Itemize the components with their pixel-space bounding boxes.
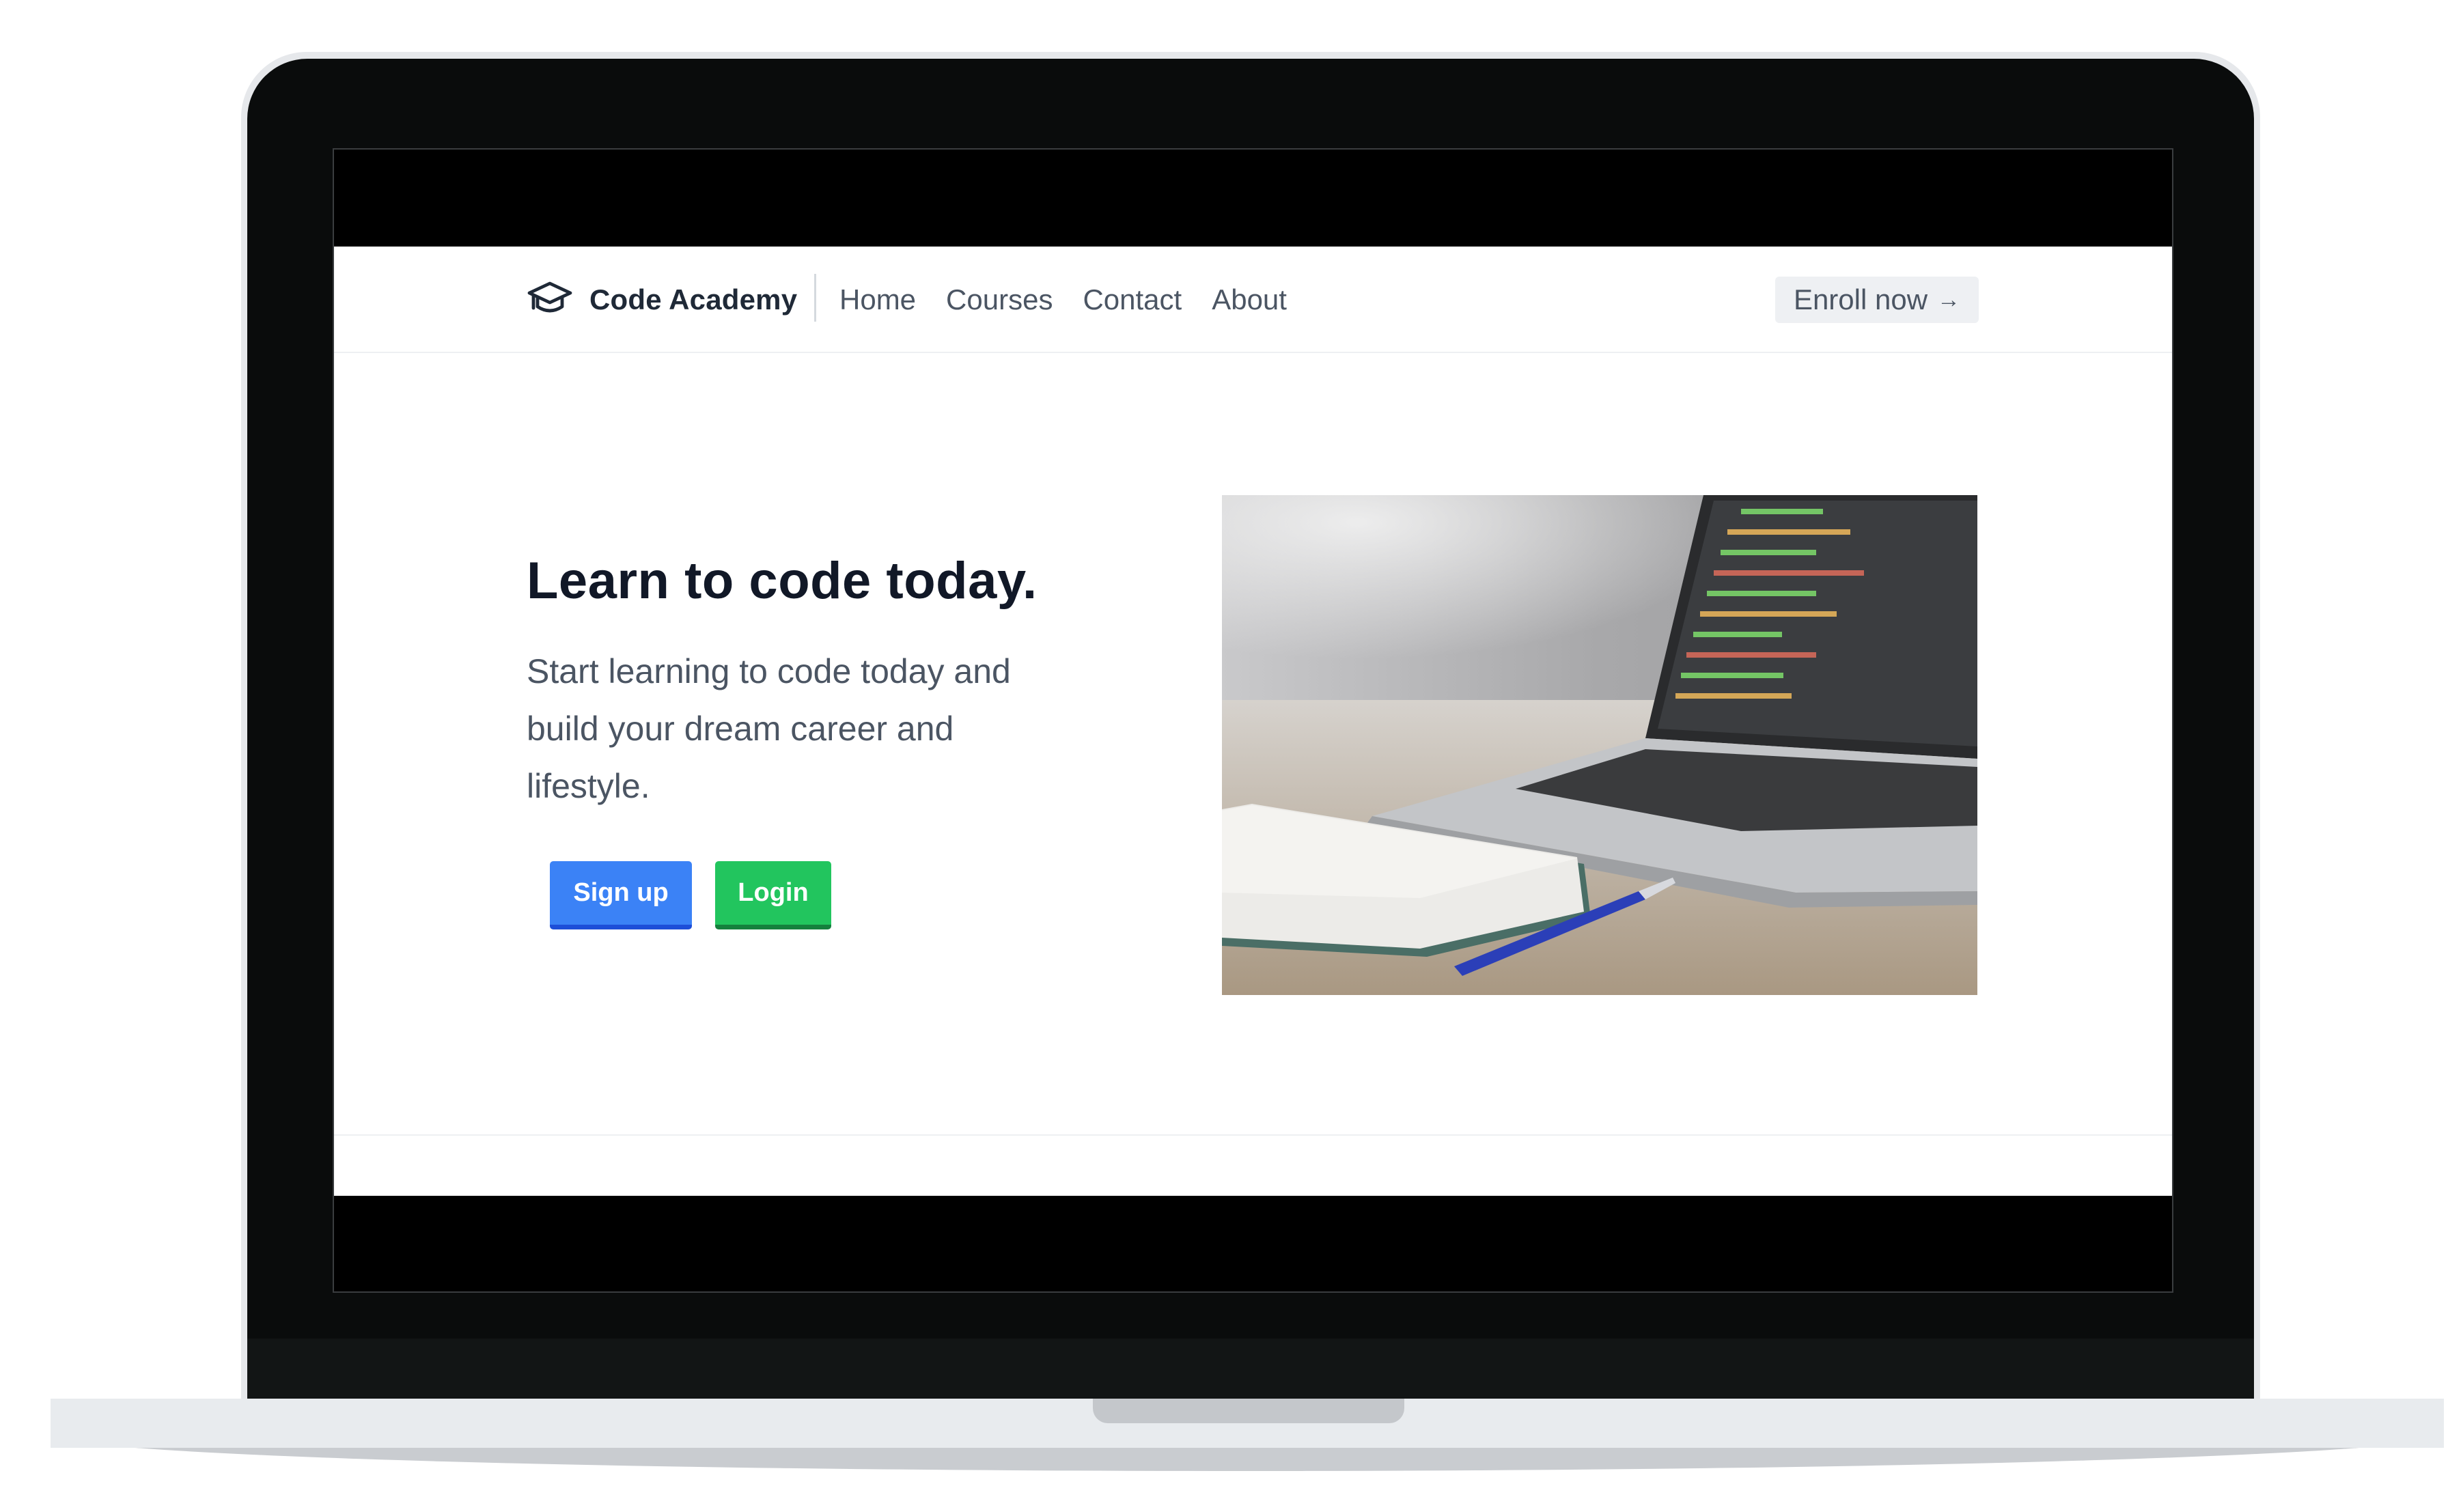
brand[interactable]: Code Academy bbox=[527, 278, 797, 322]
navbar: Code Academy Home Courses Contact About … bbox=[334, 247, 2172, 353]
hero-image bbox=[1222, 495, 1977, 995]
nav-link-home[interactable]: Home bbox=[839, 283, 916, 316]
brand-name: Code Academy bbox=[589, 283, 798, 316]
nav-links: Home Courses Contact About bbox=[839, 279, 1317, 320]
hero-description: Start learning to code today and build y… bbox=[527, 652, 1011, 805]
enroll-now-button[interactable]: Enroll now → bbox=[1775, 277, 1979, 323]
nav-divider bbox=[814, 274, 816, 322]
laptop-opening-notch bbox=[1093, 1399, 1404, 1423]
arrow-right-icon: → bbox=[1937, 286, 1961, 313]
webpage: Code Academy Home Courses Contact About … bbox=[334, 247, 2172, 1196]
hero-title: Learn to code today. bbox=[527, 552, 1038, 610]
nav-link-courses[interactable]: Courses bbox=[946, 283, 1053, 316]
graduation-cap-icon bbox=[527, 281, 572, 313]
signup-button[interactable]: Sign up bbox=[550, 861, 692, 929]
section-divider bbox=[334, 1134, 2172, 1136]
enroll-now-label: Enroll now bbox=[1793, 283, 1928, 316]
login-button[interactable]: Login bbox=[715, 861, 831, 929]
nav-link-about[interactable]: About bbox=[1212, 283, 1287, 316]
laptop-photo bbox=[1222, 495, 1977, 995]
nav-link-contact[interactable]: Contact bbox=[1083, 283, 1182, 316]
